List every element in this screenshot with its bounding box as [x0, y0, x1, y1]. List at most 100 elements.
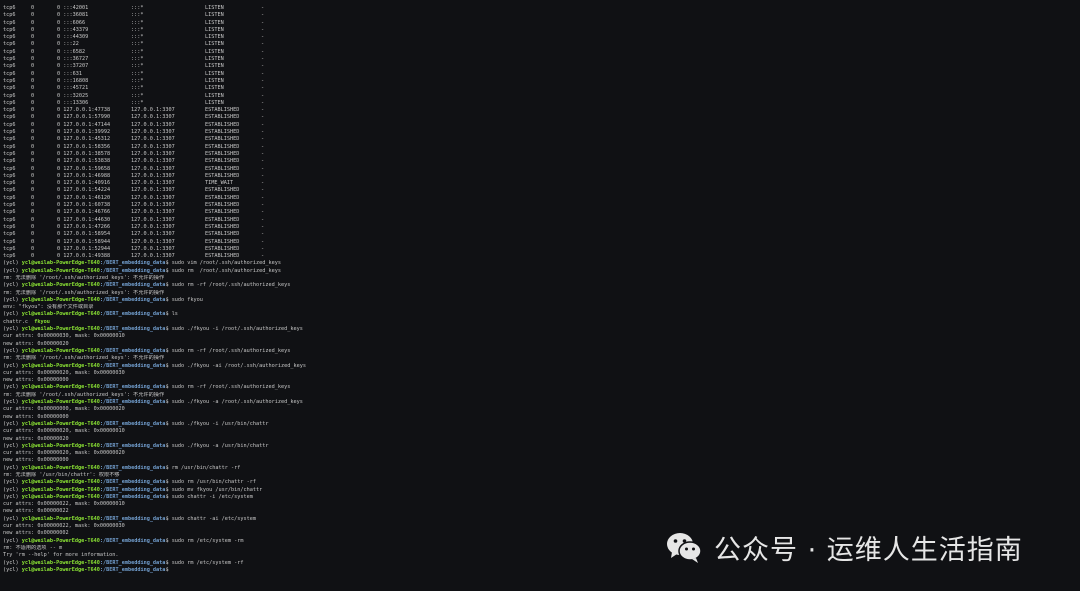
netstat-cell: 0 127.0.0.1:47266: [57, 223, 111, 230]
watermark-text: 公众号 · 运维人生活指南: [714, 534, 1023, 566]
netstat-row: tcp6 0 0 127.0.0.1:52944 127.0.0.1:3307 ESTA…: [3, 246, 703, 253]
command-text: sudo chattr -ai /etc/system: [171, 515, 257, 522]
command-line: (ycl) ycl@weilab-PowerEdge-T640:/BERT_em…: [3, 494, 703, 501]
netstat-cell: 127.0.0.1:3307: [131, 180, 175, 187]
netstat-cell: 127.0.0.1:3307: [131, 253, 175, 260]
netstat-cell: tcp6: [3, 41, 16, 48]
netstat-cell: -: [261, 107, 265, 114]
netstat-cell: :::*: [131, 99, 144, 106]
output-text: cur attrs: 0x00000020, mask: 0x00000010: [3, 428, 125, 435]
netstat-cell: tcp6: [3, 238, 16, 245]
output-text: cur attrs: 0x00000020, mask: 0x00000020: [3, 450, 125, 457]
output-line: rm: 无法删除 '/usr/bin/chattr': 权限不够: [3, 472, 703, 479]
netstat-cell: tcp6: [3, 165, 16, 172]
prompt-user: ycl@weilab-PowerEdge-T640: [21, 537, 100, 544]
netstat-cell: tcp6: [3, 180, 16, 187]
netstat-cell: -: [261, 92, 265, 99]
netstat-cell: 0 :::32025: [57, 92, 89, 99]
prompt-path: :/BERT_embedding_data: [99, 464, 166, 471]
prompt-path: :/BERT_embedding_data: [99, 260, 166, 267]
output-line: cur attrs: 0x00000020, mask: 0x00000010: [3, 428, 703, 435]
netstat-cell: 0 :::6066: [57, 19, 86, 26]
netstat-cell: 0: [31, 209, 35, 216]
output-text: cur attrs: 0x00000022, mask: 0x00000010: [3, 501, 125, 508]
netstat-cell: 0 127.0.0.1:58944: [57, 238, 111, 245]
netstat-row: tcp6 0 0 127.0.0.1:47738 127.0.0.1:3307 ESTA…: [3, 107, 703, 114]
netstat-cell: 0: [31, 34, 35, 41]
netstat-cell: 0: [31, 41, 35, 48]
netstat-cell: ESTABLISHED: [205, 172, 240, 179]
prompt-user: ycl@weilab-PowerEdge-T640: [21, 347, 100, 354]
output-text: rm: 无法删除 '/root/.ssh/authorized_keys': 不…: [3, 391, 165, 398]
netstat-cell: tcp6: [3, 26, 16, 33]
prompt-path: :/BERT_embedding_data: [99, 537, 166, 544]
netstat-row: tcp6 0 0 :::32025:::* LISTEN -: [3, 93, 703, 100]
netstat-cell: tcp6: [3, 34, 16, 41]
netstat-cell: tcp6: [3, 19, 16, 26]
netstat-cell: 0 127.0.0.1:57990: [57, 114, 111, 121]
prompt-user: ycl@weilab-PowerEdge-T640: [21, 493, 100, 500]
netstat-cell: -: [261, 202, 265, 209]
netstat-row: tcp6 0 0 127.0.0.1:40916 127.0.0.1:3307 TIME…: [3, 180, 703, 187]
netstat-cell: 0 :::22: [57, 41, 79, 48]
netstat-cell: LISTEN: [205, 5, 224, 11]
command-text: sudo mv fkyou /usr/bin/chattr: [171, 486, 263, 493]
prompt-user: ycl@weilab-PowerEdge-T640: [21, 311, 100, 318]
netstat-cell: -: [261, 63, 265, 70]
netstat-cell: -: [261, 238, 265, 245]
netstat-cell: :::*: [131, 56, 144, 63]
netstat-cell: ESTABLISHED: [205, 121, 240, 128]
netstat-cell: tcp6: [3, 158, 16, 165]
netstat-cell: -: [261, 165, 265, 172]
terminal-output[interactable]: tcp6 0 0 :::42001:::* LISTEN - tcp6 0 0 :::3608…: [3, 5, 703, 585]
netstat-cell: tcp6: [3, 70, 16, 77]
netstat-cell: 0 :::36081: [57, 12, 89, 19]
netstat-row: tcp6 0 0 :::36081:::* LISTEN -: [3, 12, 703, 19]
netstat-cell: -: [261, 187, 265, 194]
output-text: cur attrs: 0x00000000, mask: 0x00000020: [3, 406, 125, 413]
command-text: sudo fkyou: [171, 296, 203, 303]
netstat-cell: tcp6: [3, 231, 16, 238]
netstat-cell: 0: [31, 238, 35, 245]
netstat-row: tcp6 0 0 :::16808:::* LISTEN -: [3, 78, 703, 85]
netstat-cell: ESTABLISHED: [205, 209, 240, 216]
output-text: cur attrs: 0x00000030, mask: 0x00000010: [3, 333, 125, 340]
netstat-cell: 0: [31, 99, 35, 106]
netstat-row: tcp6 0 0 :::6066:::* LISTEN -: [3, 20, 703, 27]
netstat-cell: tcp6: [3, 85, 16, 92]
prompt-path: :/BERT_embedding_data: [99, 515, 166, 522]
output-line: cur attrs: 0x00000020, mask: 0x00000020: [3, 450, 703, 457]
netstat-row: tcp6 0 0 :::43379:::* LISTEN -: [3, 27, 703, 34]
netstat-cell: 0 :::631: [57, 70, 82, 77]
prompt-path: :/BERT_embedding_data: [99, 326, 166, 333]
netstat-cell: 0: [31, 187, 35, 194]
netstat-row: tcp6 0 0 :::13306:::* LISTEN -: [3, 100, 703, 107]
wechat-icon: [667, 533, 702, 563]
netstat-cell: -: [261, 180, 265, 187]
netstat-row: tcp6 0 0 127.0.0.1:59658 127.0.0.1:3307 ESTA…: [3, 166, 703, 173]
netstat-cell: 0 :::16808: [57, 77, 89, 84]
command-line: (ycl) ycl@weilab-PowerEdge-T640:/BERT_em…: [3, 311, 703, 318]
netstat-cell: 0 127.0.0.1:49388: [57, 253, 111, 260]
netstat-cell: LISTEN: [205, 12, 224, 19]
netstat-cell: -: [261, 253, 265, 260]
netstat-cell: LISTEN: [205, 99, 224, 106]
command-line: (ycl) ycl@weilab-PowerEdge-T640:/BERT_em…: [3, 268, 703, 275]
prompt-user: ycl@weilab-PowerEdge-T640: [21, 442, 100, 449]
netstat-row: tcp6 0 0 127.0.0.1:47144 127.0.0.1:3307 ESTA…: [3, 122, 703, 129]
netstat-cell: 0 127.0.0.1:46766: [57, 209, 111, 216]
netstat-cell: -: [261, 70, 265, 77]
netstat-cell: -: [261, 209, 265, 216]
netstat-row: tcp6 0 0 127.0.0.1:46988 127.0.0.1:3307 ESTA…: [3, 173, 703, 180]
netstat-cell: 0: [31, 48, 35, 55]
prompt-user: ycl@weilab-PowerEdge-T640: [21, 282, 100, 289]
prompt-user: ycl@weilab-PowerEdge-T640: [21, 479, 100, 486]
command-text: sudo rm -rf /root/.ssh/authorized_keys: [171, 347, 291, 354]
prompt-path: :/BERT_embedding_data: [99, 479, 166, 486]
netstat-cell: -: [261, 114, 265, 121]
netstat-cell: tcp6: [3, 99, 16, 106]
netstat-cell: 0 127.0.0.1:45312: [57, 136, 111, 143]
netstat-cell: 0: [31, 253, 35, 260]
command-text: sudo vim /root/.ssh/authorized_keys: [171, 260, 281, 267]
prompt-user: ycl@weilab-PowerEdge-T640: [21, 464, 100, 471]
